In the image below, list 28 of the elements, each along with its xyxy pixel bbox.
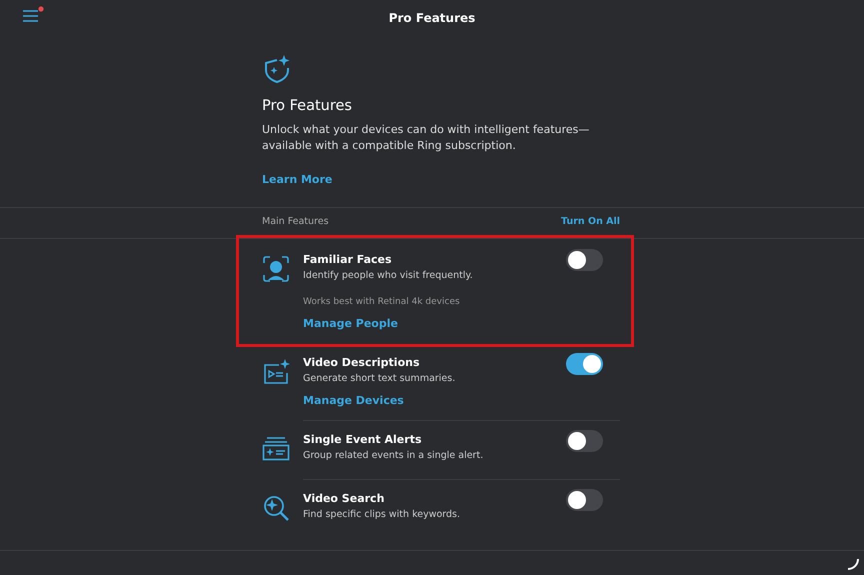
learn-more-link[interactable]: Learn More xyxy=(262,173,332,186)
menu-icon[interactable] xyxy=(22,6,44,24)
video-sparkle-icon xyxy=(262,358,290,386)
toggle-switch[interactable] xyxy=(566,353,603,375)
feature-description: Generate short text summaries. xyxy=(303,373,456,384)
section-label: Main Features xyxy=(262,216,329,227)
feature-description: Identify people who visit frequently. xyxy=(303,270,474,281)
feature-title: Single Event Alerts xyxy=(303,433,422,446)
shield-sparkle-icon xyxy=(262,54,292,84)
feature-description: Group related events in a single alert. xyxy=(303,450,484,461)
turn-on-all-link[interactable]: Turn On All xyxy=(561,216,620,227)
loading-icon xyxy=(846,557,860,571)
search-sparkle-icon xyxy=(262,494,290,522)
stacked-cards-icon xyxy=(262,435,290,463)
feature-title: Video Descriptions xyxy=(303,356,421,369)
manage-link[interactable]: Manage Devices xyxy=(303,394,404,407)
feature-title: Video Search xyxy=(303,492,386,505)
toggle-switch[interactable] xyxy=(566,430,603,452)
face-scan-icon xyxy=(262,255,290,283)
screen-title: Pro Features xyxy=(388,11,476,25)
manage-link[interactable]: Manage People xyxy=(303,317,398,330)
feature-title: Familiar Faces xyxy=(303,253,393,266)
feature-note: Works best with Retinal 4k devices xyxy=(303,297,461,307)
feature-description: Find specific clips with keywords. xyxy=(303,509,462,520)
toggle-switch[interactable] xyxy=(566,489,603,511)
toggle-switch[interactable] xyxy=(566,249,603,271)
description: Unlock what your devices can do with intelligent features—available with a compatible Ring subscription. xyxy=(262,122,590,154)
section-title: Pro Features xyxy=(262,98,353,114)
